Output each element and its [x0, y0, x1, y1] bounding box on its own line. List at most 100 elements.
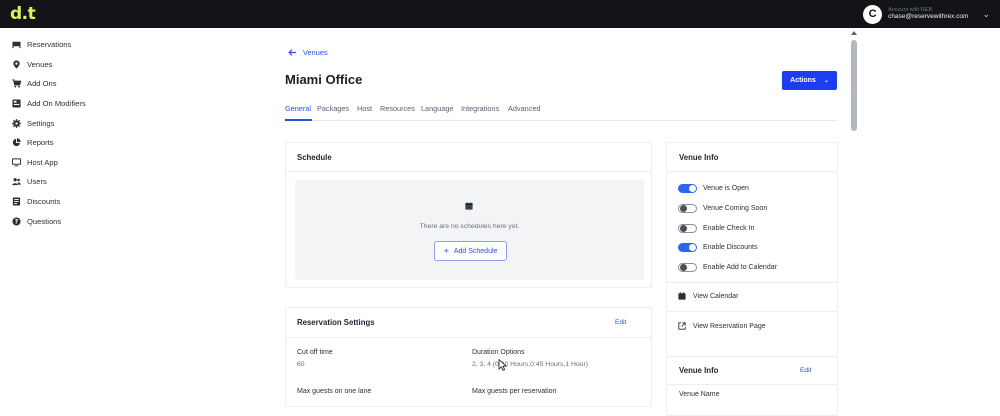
tab-general[interactable]: General: [285, 104, 311, 113]
monitor-icon: [12, 158, 21, 167]
tab-language[interactable]: Language: [421, 104, 453, 113]
venue-coming-soon-toggle[interactable]: [678, 204, 697, 213]
page-title: Miami Office: [285, 72, 363, 87]
calendar-icon: [465, 202, 473, 210]
divider: [667, 311, 837, 312]
toggle-row[interactable]: Venue is Open: [678, 184, 749, 193]
toggle-row[interactable]: Venue Coming Soon: [678, 204, 767, 213]
schedule-empty-state: There are no schedules here yet. + Add S…: [295, 180, 644, 280]
chevron-down-icon: ⌄: [823, 78, 829, 84]
sidebar-item-questions[interactable]: ? Questions: [0, 211, 133, 231]
toggle-row[interactable]: Enable Add to Calendar: [678, 263, 777, 272]
sidebar-item-label: Questions: [27, 216, 62, 226]
sidebar-item-label: Host App: [27, 157, 58, 167]
sidebar-item-reports[interactable]: Reports: [0, 133, 133, 153]
pie-chart-icon: [12, 138, 21, 147]
toggle-row[interactable]: Enable Check In: [678, 224, 754, 233]
empty-state-text: There are no schedules here yet.: [419, 223, 520, 230]
active-tab-indicator: [285, 119, 312, 121]
sidebar-item-label: Users: [27, 177, 47, 187]
schedule-card: Schedule There are no schedules here yet…: [285, 142, 652, 288]
toggle-row[interactable]: Enable Discounts: [678, 243, 757, 252]
toggle-label: Enable Add to Calendar: [703, 264, 777, 271]
scrollbar[interactable]: [848, 28, 860, 401]
enable-add-to-calendar-toggle[interactable]: [678, 263, 697, 272]
chevron-down-icon[interactable]: ⌄: [982, 9, 990, 20]
top-bar: d.t C Account with REB chase@reservewith…: [0, 0, 1000, 28]
enable-discounts-toggle[interactable]: [678, 243, 697, 252]
main-content: Venues Miami Office Actions ⌄ General Pa…: [133, 28, 848, 416]
cut-off-time-label: Cut off time: [297, 349, 333, 356]
avatar[interactable]: C: [863, 4, 883, 24]
enable-check-in-toggle[interactable]: [678, 224, 697, 233]
toggle-label: Enable Check In: [703, 225, 755, 232]
venue-details-card: Venue Info Edit Venue Name: [666, 356, 838, 416]
sidebar-item-reservations[interactable]: Reservations: [0, 35, 133, 55]
venue-is-open-toggle[interactable]: [678, 184, 697, 193]
bed-icon: [12, 40, 21, 49]
user-email: chase@reservewithrex.com: [888, 13, 969, 21]
gear-icon: [12, 118, 21, 128]
divider: [286, 337, 651, 338]
sidebar: Reservations Venues Add Ons Add On Modif…: [0, 28, 133, 401]
tab-resources[interactable]: Resources: [380, 104, 415, 113]
arrow-left-icon: [288, 49, 297, 56]
edit-reservation-settings-link[interactable]: Edit: [615, 319, 626, 326]
view-calendar-label: View Calendar: [693, 292, 739, 300]
sidebar-item-host-app[interactable]: Host App: [0, 153, 133, 173]
scroll-up-icon[interactable]: [851, 31, 857, 35]
toggle-label: Venue is Open: [703, 185, 749, 192]
toggle-label: Enable Discounts: [703, 244, 758, 251]
sidebar-item-label: Discounts: [27, 197, 61, 207]
back-link-label: Venues: [303, 48, 328, 57]
duration-options-label: Duration Options: [472, 349, 525, 356]
sidebar-item-venues[interactable]: Venues: [0, 55, 133, 75]
mouse-cursor-icon: [498, 359, 507, 371]
venue-info-title: Venue Info: [679, 153, 719, 162]
tab-integrations[interactable]: Integrations: [461, 104, 499, 113]
actions-button[interactable]: Actions ⌄: [782, 71, 837, 90]
svg-text:?: ?: [15, 218, 19, 225]
venue-name-label: Venue Name: [679, 391, 720, 398]
sidebar-item-label: Reservations: [27, 40, 72, 50]
venue-info-card: Venue Info Venue is Open Venue Coming So…: [666, 142, 838, 369]
sidebar-item-label: Add On Modifiers: [27, 99, 86, 109]
sidebar-item-users[interactable]: Users: [0, 172, 133, 192]
view-calendar-link[interactable]: View Calendar: [678, 292, 738, 300]
tab-advanced[interactable]: Advanced: [508, 104, 540, 113]
reservation-settings-title: Reservation Settings: [297, 318, 375, 327]
back-link[interactable]: Venues: [288, 48, 328, 57]
sidebar-item-add-ons[interactable]: Add Ons: [0, 74, 133, 94]
sidebar-item-label: Venues: [27, 59, 53, 69]
edit-venue-details-link[interactable]: Edit: [800, 367, 811, 374]
view-reservation-page-label: View Reservation Page: [693, 322, 766, 330]
modifier-icon: [12, 99, 21, 108]
sidebar-item-settings[interactable]: Settings: [0, 113, 133, 133]
divider: [667, 384, 837, 385]
app-logo[interactable]: d.t: [10, 5, 36, 23]
max-guests-lane-label: Max guests on one lane: [297, 388, 372, 395]
tab-bar: General Packages Host Resources Language…: [285, 98, 838, 121]
tab-host[interactable]: Host: [357, 104, 372, 113]
sidebar-item-add-on-modifiers[interactable]: Add On Modifiers: [0, 94, 133, 114]
toggle-label: Venue Coming Soon: [703, 205, 768, 212]
sidebar-item-discounts[interactable]: Discounts: [0, 192, 133, 212]
user-menu[interactable]: C Account with REB chase@reservewithrex.…: [863, 3, 990, 25]
plus-icon: +: [443, 246, 449, 256]
cart-icon: [12, 79, 21, 89]
scroll-thumb[interactable]: [851, 40, 857, 131]
cut-off-time-value: 60: [297, 361, 305, 368]
divider: [667, 282, 837, 283]
discount-icon: [12, 197, 21, 206]
view-reservation-page-link[interactable]: View Reservation Page: [678, 322, 766, 330]
sidebar-item-label: Settings: [27, 118, 55, 128]
external-link-icon: [678, 322, 686, 330]
duration-options-value: 2, 3, 4 (0:30 Hours,0:45 Hours,1 Hour): [472, 361, 588, 368]
schedule-title: Schedule: [297, 153, 332, 162]
venue-details-title: Venue Info: [679, 366, 719, 375]
add-schedule-button[interactable]: + Add Schedule: [434, 241, 507, 261]
tab-packages[interactable]: Packages: [317, 104, 349, 113]
question-icon: ?: [12, 217, 21, 226]
users-icon: [12, 177, 21, 186]
sidebar-item-label: Add Ons: [27, 79, 57, 89]
